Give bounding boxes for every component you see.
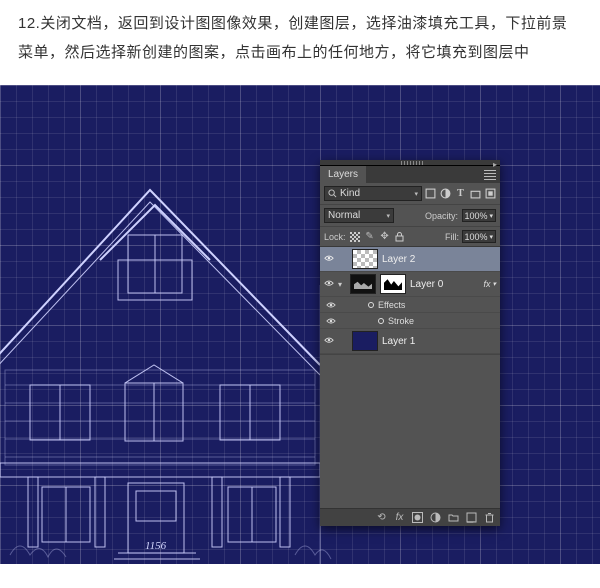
filter-row: Kind ▾ T [320, 183, 500, 205]
search-icon [328, 189, 337, 198]
bullet-icon [368, 302, 374, 308]
lock-row: Lock: ✎ ✥ Fill: 100%▾ [320, 227, 500, 247]
fx-indicator[interactable]: fx▾ [483, 279, 496, 289]
lock-position-icon[interactable]: ✥ [379, 231, 391, 243]
blend-mode-select[interactable]: Normal▾ [324, 208, 394, 223]
layer-row[interactable]: ▾ Layer 0 fx▾ [320, 272, 500, 297]
house-drawing [0, 85, 600, 564]
layer-list: Layer 2 ▾ Layer 0 fx▾ Effects Stroke [320, 247, 500, 354]
stroke-effect-row[interactable]: Stroke [320, 313, 500, 329]
mask-thumbnail [380, 274, 406, 294]
mask-icon[interactable] [412, 512, 423, 523]
blend-row: Normal▾ Opacity: 100%▾ [320, 205, 500, 227]
filter-pixel-icon[interactable] [425, 188, 436, 199]
effects-row[interactable]: Effects [320, 297, 500, 313]
instruction-text: 12.关闭文档，返回到设计图图像效果，创建图层，选择油漆填充工具，下拉前景菜单，… [0, 0, 600, 85]
layer-name[interactable]: Layer 2 [382, 254, 415, 265]
layer-name[interactable]: Layer 1 [382, 336, 415, 347]
layer-row[interactable]: Layer 2 [320, 247, 500, 272]
layer-thumbnail [350, 274, 376, 294]
panel-empty-area [320, 354, 500, 508]
visibility-icon[interactable] [324, 279, 334, 289]
disclosure-icon[interactable]: ▾ [338, 280, 346, 289]
layer-thumbnail [352, 331, 378, 351]
filter-shape-icon[interactable] [470, 188, 481, 199]
filter-smart-icon[interactable] [485, 188, 496, 199]
stroke-label: Stroke [388, 316, 414, 326]
fill-input[interactable]: 100%▾ [462, 230, 496, 243]
filter-kind-select[interactable]: Kind ▾ [324, 186, 422, 201]
layer-name[interactable]: Layer 0 [410, 279, 443, 290]
panel-menu-icon[interactable] [484, 170, 496, 180]
adjustment-icon[interactable] [430, 512, 441, 523]
opacity-input[interactable]: 100%▾ [462, 209, 496, 222]
visibility-icon[interactable] [324, 336, 334, 346]
visibility-icon[interactable] [326, 316, 336, 326]
canvas[interactable]: 1156 ▸ Layers Kind ▾ T No [0, 85, 600, 564]
opacity-label: Opacity: [425, 211, 458, 221]
new-layer-icon[interactable] [466, 512, 477, 523]
trash-icon[interactable] [484, 512, 495, 523]
visibility-icon[interactable] [326, 300, 336, 310]
lock-transparency-icon[interactable] [349, 231, 361, 243]
layers-panel: ▸ Layers Kind ▾ T Normal▾ [320, 160, 500, 526]
visibility-icon[interactable] [324, 254, 334, 264]
group-icon[interactable] [448, 512, 459, 523]
layer-thumbnail [352, 249, 378, 269]
house-number: 1156 [145, 540, 166, 552]
filter-adjust-icon[interactable] [440, 188, 451, 199]
fill-label: Fill: [445, 232, 459, 242]
bullet-icon [378, 318, 384, 324]
panel-grip[interactable]: ▸ [320, 160, 500, 166]
lock-label: Lock: [324, 232, 346, 242]
layer-row[interactable]: Layer 1 [320, 329, 500, 354]
lock-brush-icon[interactable]: ✎ [364, 231, 376, 243]
fx-icon[interactable]: fx [394, 512, 405, 523]
filter-type-icon[interactable]: T [455, 188, 466, 199]
layers-tab[interactable]: Layers [320, 166, 367, 183]
lock-all-icon[interactable] [394, 231, 406, 243]
link-layers-icon[interactable]: ⟲ [376, 512, 387, 523]
panel-footer: ⟲ fx [320, 508, 500, 526]
panel-collapse-icon[interactable]: ▸ [493, 160, 497, 169]
effects-label: Effects [378, 300, 405, 310]
